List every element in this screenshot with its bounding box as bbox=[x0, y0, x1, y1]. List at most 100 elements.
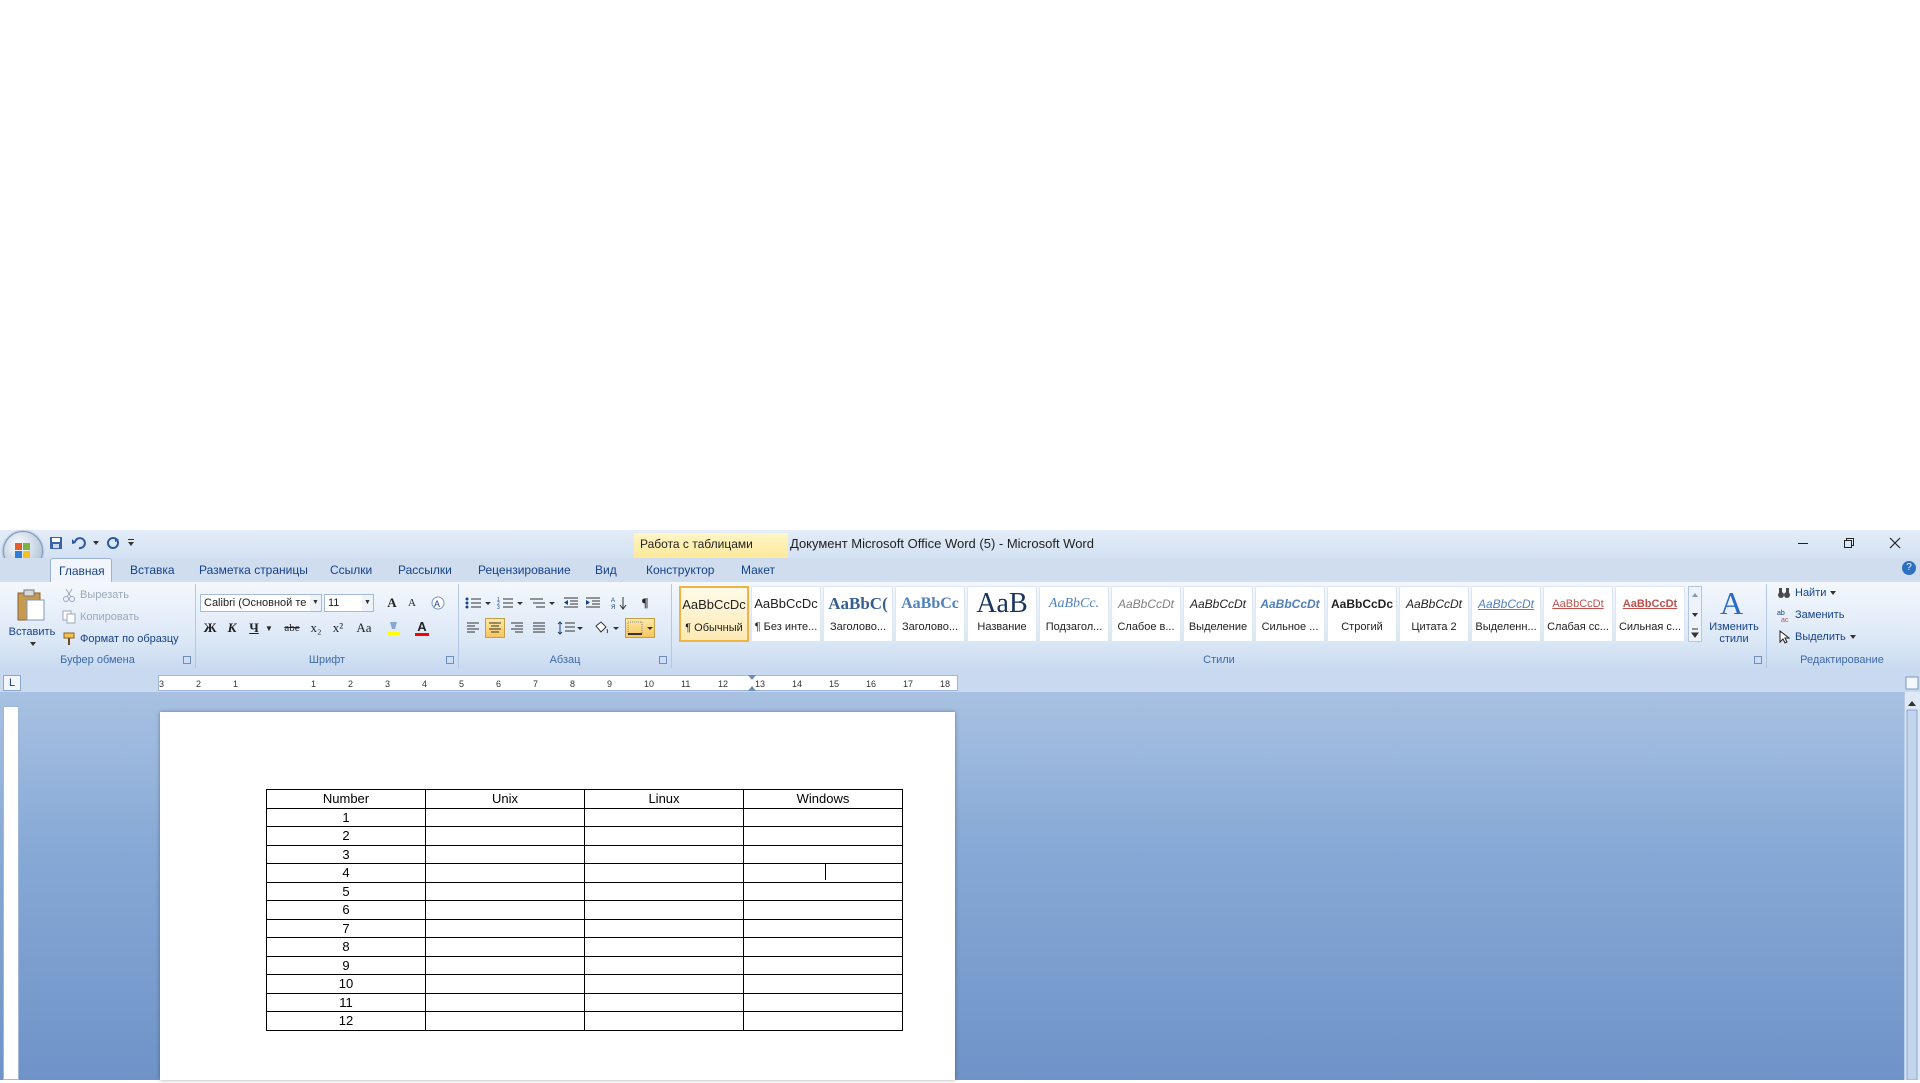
table-header-cell[interactable]: Linux bbox=[584, 789, 744, 809]
vertical-ruler[interactable] bbox=[3, 706, 19, 1080]
table-cell[interactable]: 4 bbox=[266, 863, 426, 883]
table-cell[interactable] bbox=[425, 844, 585, 864]
table-cell[interactable] bbox=[743, 900, 903, 920]
align-right-button[interactable] bbox=[507, 618, 527, 638]
table-cell[interactable]: 6 bbox=[266, 900, 426, 920]
bold-button[interactable]: Ж bbox=[200, 618, 220, 638]
numbering-button[interactable]: 123 bbox=[495, 593, 525, 613]
shading-button[interactable] bbox=[591, 618, 621, 638]
copy-button[interactable]: Копировать bbox=[62, 608, 139, 626]
table-cell[interactable]: 8 bbox=[266, 937, 426, 957]
redo-button[interactable] bbox=[103, 534, 123, 552]
tab-selector-button[interactable]: L bbox=[3, 675, 21, 691]
subscript-button[interactable]: x₂ bbox=[306, 618, 326, 638]
table-cell[interactable] bbox=[743, 1011, 903, 1031]
table-cell[interactable]: 12 bbox=[266, 1011, 426, 1031]
vertical-scrollbar[interactable] bbox=[1904, 692, 1920, 1081]
table-cell[interactable]: 3 bbox=[266, 844, 426, 864]
find-button[interactable]: Найти bbox=[1777, 584, 1837, 602]
style-intense-quote[interactable]: AaBbCcDt Выделенн... bbox=[1471, 586, 1541, 642]
tab-view[interactable]: Вид bbox=[587, 558, 625, 582]
style-intense-reference[interactable]: AaBbCcDt Сильная с... bbox=[1615, 586, 1685, 642]
table-cell[interactable] bbox=[584, 881, 744, 901]
table-cell[interactable] bbox=[584, 992, 744, 1012]
multilevel-list-button[interactable] bbox=[527, 593, 557, 613]
table-cell[interactable] bbox=[425, 1011, 585, 1031]
tab-home[interactable]: Главная bbox=[50, 558, 112, 582]
table-cell[interactable]: 10 bbox=[266, 974, 426, 994]
style-emphasis[interactable]: AaBbCcDt Выделение bbox=[1183, 586, 1253, 642]
table-cell[interactable] bbox=[425, 937, 585, 957]
table-cell[interactable] bbox=[425, 863, 585, 883]
align-center-button[interactable] bbox=[485, 618, 505, 638]
table-cell[interactable] bbox=[584, 1011, 744, 1031]
table-cell[interactable] bbox=[425, 992, 585, 1012]
styles-gallery-scroll[interactable] bbox=[1688, 586, 1702, 642]
style-normal[interactable]: AaBbCcDc ¶ Обычный bbox=[679, 586, 749, 642]
table-cell[interactable] bbox=[743, 992, 903, 1012]
strikethrough-button[interactable]: abe bbox=[280, 618, 304, 638]
table-cell[interactable]: 5 bbox=[266, 881, 426, 901]
tab-mailings[interactable]: Рассылки bbox=[390, 558, 460, 582]
font-color-button[interactable]: A bbox=[412, 618, 432, 638]
table-cell[interactable] bbox=[743, 863, 903, 883]
table-cell[interactable] bbox=[425, 807, 585, 827]
restore-button[interactable] bbox=[1826, 530, 1872, 556]
minimize-button[interactable] bbox=[1780, 530, 1826, 556]
table-cell[interactable] bbox=[743, 937, 903, 957]
select-button[interactable]: Выделить bbox=[1777, 628, 1856, 646]
table-cell[interactable]: 11 bbox=[266, 992, 426, 1012]
tab-page-layout[interactable]: Разметка страницы bbox=[191, 558, 316, 582]
table-cell[interactable] bbox=[743, 807, 903, 827]
font-name-combo[interactable]: Calibri (Основной те ▼ bbox=[200, 594, 322, 612]
tab-table-design[interactable]: Конструктор bbox=[638, 558, 722, 582]
document-page[interactable]: Number Unix Linux Windows 1 2 3 4 5 6 7 … bbox=[160, 712, 955, 1080]
table-cell[interactable] bbox=[743, 826, 903, 846]
cut-button[interactable]: Вырезать bbox=[62, 586, 129, 604]
style-subtle-reference[interactable]: AaBbCcDt Слабая сс... bbox=[1543, 586, 1613, 642]
table-cell[interactable] bbox=[425, 918, 585, 938]
table-cell[interactable] bbox=[425, 900, 585, 920]
tab-review[interactable]: Рецензирование bbox=[470, 558, 579, 582]
borders-button[interactable] bbox=[625, 618, 655, 638]
decrease-indent-button[interactable] bbox=[561, 593, 581, 613]
paragraph-launcher-icon[interactable] bbox=[659, 656, 667, 664]
customize-qat-button[interactable] bbox=[126, 534, 136, 552]
style-heading-1[interactable]: AaBbC(Заголово... bbox=[823, 586, 893, 642]
document-table[interactable]: Number Unix Linux Windows 1 2 3 4 5 6 7 … bbox=[266, 789, 903, 1031]
bullets-button[interactable] bbox=[463, 593, 493, 613]
table-cell[interactable] bbox=[425, 974, 585, 994]
tab-references[interactable]: Ссылки bbox=[322, 558, 380, 582]
highlight-button[interactable] bbox=[384, 618, 404, 638]
table-cell[interactable]: 9 bbox=[266, 955, 426, 975]
shrink-font-button[interactable]: A bbox=[402, 593, 422, 613]
table-cell[interactable] bbox=[425, 881, 585, 901]
table-cell[interactable] bbox=[743, 974, 903, 994]
underline-button[interactable]: Ч bbox=[244, 618, 264, 638]
table-cell[interactable] bbox=[584, 807, 744, 827]
close-button[interactable] bbox=[1872, 530, 1918, 556]
underline-dropdown[interactable]: ▼ bbox=[264, 618, 274, 638]
save-button[interactable] bbox=[46, 534, 66, 552]
justify-button[interactable] bbox=[529, 618, 549, 638]
font-launcher-icon[interactable] bbox=[446, 656, 454, 664]
table-header-cell[interactable]: Windows bbox=[743, 789, 903, 809]
grow-font-button[interactable]: A bbox=[382, 593, 402, 613]
italic-button[interactable]: К bbox=[222, 618, 242, 638]
indent-marker[interactable] bbox=[748, 675, 756, 691]
format-painter-button[interactable]: Формат по образцу bbox=[62, 630, 179, 648]
style-subtle-emphasis[interactable]: AaBbCcDt Слабое в... bbox=[1111, 586, 1181, 642]
table-cell[interactable] bbox=[743, 918, 903, 938]
style-quote-2[interactable]: AaBbCcDt Цитата 2 bbox=[1399, 586, 1469, 642]
replace-button[interactable]: ab ac Заменить bbox=[1777, 606, 1844, 624]
change-styles-button[interactable]: A Изменить стили bbox=[1706, 585, 1762, 652]
style-intense-emphasis[interactable]: AaBbCcDt Сильное ... bbox=[1255, 586, 1325, 642]
show-marks-button[interactable]: ¶ bbox=[635, 593, 655, 613]
table-cell[interactable] bbox=[584, 974, 744, 994]
undo-button[interactable] bbox=[69, 534, 89, 552]
clear-formatting-button[interactable]: A bbox=[428, 593, 448, 613]
view-ruler-button[interactable] bbox=[1905, 676, 1919, 690]
style-no-spacing[interactable]: AaBbCcDc ¶ Без инте... bbox=[751, 586, 821, 642]
align-left-button[interactable] bbox=[463, 618, 483, 638]
table-header-cell[interactable]: Number bbox=[266, 789, 426, 809]
